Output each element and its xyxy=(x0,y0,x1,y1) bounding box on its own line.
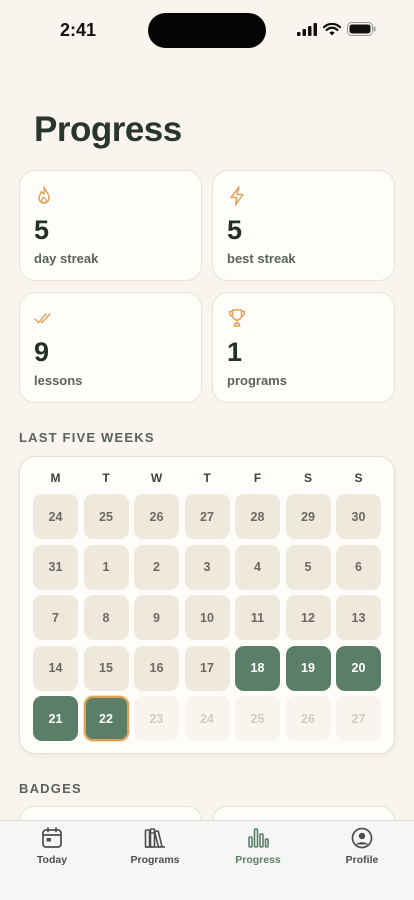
tab-label: Progress xyxy=(235,854,281,866)
tab-today[interactable]: Today xyxy=(7,826,97,866)
calendar-day[interactable]: 3 xyxy=(184,544,230,590)
calendar-day[interactable]: 26 xyxy=(285,696,331,741)
calendar-day[interactable]: 9 xyxy=(134,595,179,640)
weekday-label: T xyxy=(203,471,211,485)
calendar-day[interactable]: 18 xyxy=(235,645,280,691)
tab-bar: Today Programs Progress Profile xyxy=(0,820,414,900)
calendar-icon xyxy=(42,827,62,848)
dynamic-island xyxy=(148,13,266,48)
stat-value: 9 xyxy=(34,337,50,367)
weekday-label: M xyxy=(50,471,61,485)
calendar-day[interactable]: 14 xyxy=(33,645,78,691)
stat-label: day streak xyxy=(34,251,99,266)
stats-grid: 5 day streak 5 best streak 9 lessons 1 p… xyxy=(19,170,395,403)
calendar-day[interactable]: 11 xyxy=(235,595,280,640)
calendar-day[interactable]: 31 xyxy=(33,544,78,590)
day-grid: 24 25 26 27 28 29 30 31 1 2 3 4 5 6 7 8 9 10 11 12 13 14 15 16 1… xyxy=(33,494,381,741)
calendar-day[interactable]: 1 xyxy=(83,544,129,590)
tab-label: Profile xyxy=(345,854,379,866)
weekday-label: S xyxy=(354,471,363,485)
stat-card-lessons: 9 lessons xyxy=(19,292,202,403)
calendar-day[interactable]: 5 xyxy=(285,544,331,590)
calendar-day[interactable]: 29 xyxy=(285,494,331,539)
tab-label: Today xyxy=(36,854,68,866)
calendar-day[interactable]: 23 xyxy=(134,696,179,741)
weekday-label: F xyxy=(253,471,262,485)
calendar-day-today[interactable]: 22 xyxy=(83,696,129,741)
lightning-icon xyxy=(230,186,244,206)
tab-label: Programs xyxy=(130,854,180,866)
calendar-day[interactable]: 2 xyxy=(134,544,179,590)
bar-chart-icon xyxy=(248,828,269,848)
user-circle-icon xyxy=(351,827,373,849)
calendar-day[interactable]: 10 xyxy=(184,595,230,640)
weekday-label: W xyxy=(150,471,163,485)
calendar-day[interactable]: 15 xyxy=(83,645,129,691)
stat-value: 5 xyxy=(227,215,243,245)
section-label-last-five-weeks: LAST FIVE WEEKS xyxy=(19,430,155,445)
trophy-icon xyxy=(228,309,246,327)
double-check-icon xyxy=(34,313,51,324)
calendar-day[interactable]: 8 xyxy=(83,595,129,640)
calendar-day[interactable]: 30 xyxy=(336,494,381,539)
stat-card-programs: 1 programs xyxy=(212,292,395,403)
calendar-day[interactable]: 13 xyxy=(336,595,381,640)
calendar-day[interactable]: 16 xyxy=(134,645,179,691)
calendar-day[interactable]: 20 xyxy=(336,645,381,691)
stat-label: programs xyxy=(227,373,287,388)
calendar-day[interactable]: 19 xyxy=(285,645,331,691)
calendar-day[interactable]: 24 xyxy=(184,696,230,741)
stat-label: lessons xyxy=(34,373,83,388)
calendar-day[interactable]: 4 xyxy=(235,544,280,590)
stat-card-day-streak: 5 day streak xyxy=(19,170,202,281)
calendar-day[interactable]: 25 xyxy=(235,696,280,741)
tab-programs[interactable]: Programs xyxy=(110,826,200,866)
calendar-day[interactable]: 7 xyxy=(33,595,78,640)
calendar-card: MTWTFSS 24 25 26 27 28 29 30 31 1 2 3 4 5 6 7 8 9 10 11 12 1… xyxy=(19,456,395,754)
flame-icon xyxy=(38,186,50,204)
weekday-label: S xyxy=(303,471,312,485)
calendar-day[interactable]: 25 xyxy=(83,494,129,539)
calendar-day[interactable]: 27 xyxy=(184,494,230,539)
weekday-row: MTWTFSS xyxy=(33,471,383,487)
stat-card-best-streak: 5 best streak xyxy=(212,170,395,281)
calendar-day[interactable]: 26 xyxy=(134,494,179,539)
wifi-icon xyxy=(323,22,341,35)
battery-icon xyxy=(347,22,376,36)
section-label-badges: BADGES xyxy=(19,781,82,796)
cellular-signal-icon xyxy=(297,22,317,36)
calendar-day[interactable]: 6 xyxy=(336,544,381,590)
stat-value: 1 xyxy=(227,337,243,367)
weekday-label: T xyxy=(102,471,110,485)
calendar-day[interactable]: 28 xyxy=(235,494,280,539)
calendar-day[interactable]: 27 xyxy=(336,696,381,741)
status-icons xyxy=(297,22,376,36)
tab-profile[interactable]: Profile xyxy=(317,826,407,866)
books-icon xyxy=(144,828,165,848)
tab-progress[interactable]: Progress xyxy=(213,826,303,866)
stat-label: best streak xyxy=(227,251,296,266)
status-bar: 2:41 xyxy=(0,0,414,62)
status-time: 2:41 xyxy=(60,20,97,40)
calendar-day[interactable]: 12 xyxy=(285,595,331,640)
calendar-day[interactable]: 24 xyxy=(33,494,78,539)
calendar-day[interactable]: 17 xyxy=(184,645,230,691)
calendar-day[interactable]: 21 xyxy=(33,696,78,741)
page-title: Progress xyxy=(34,110,182,149)
stat-value: 5 xyxy=(34,215,50,245)
